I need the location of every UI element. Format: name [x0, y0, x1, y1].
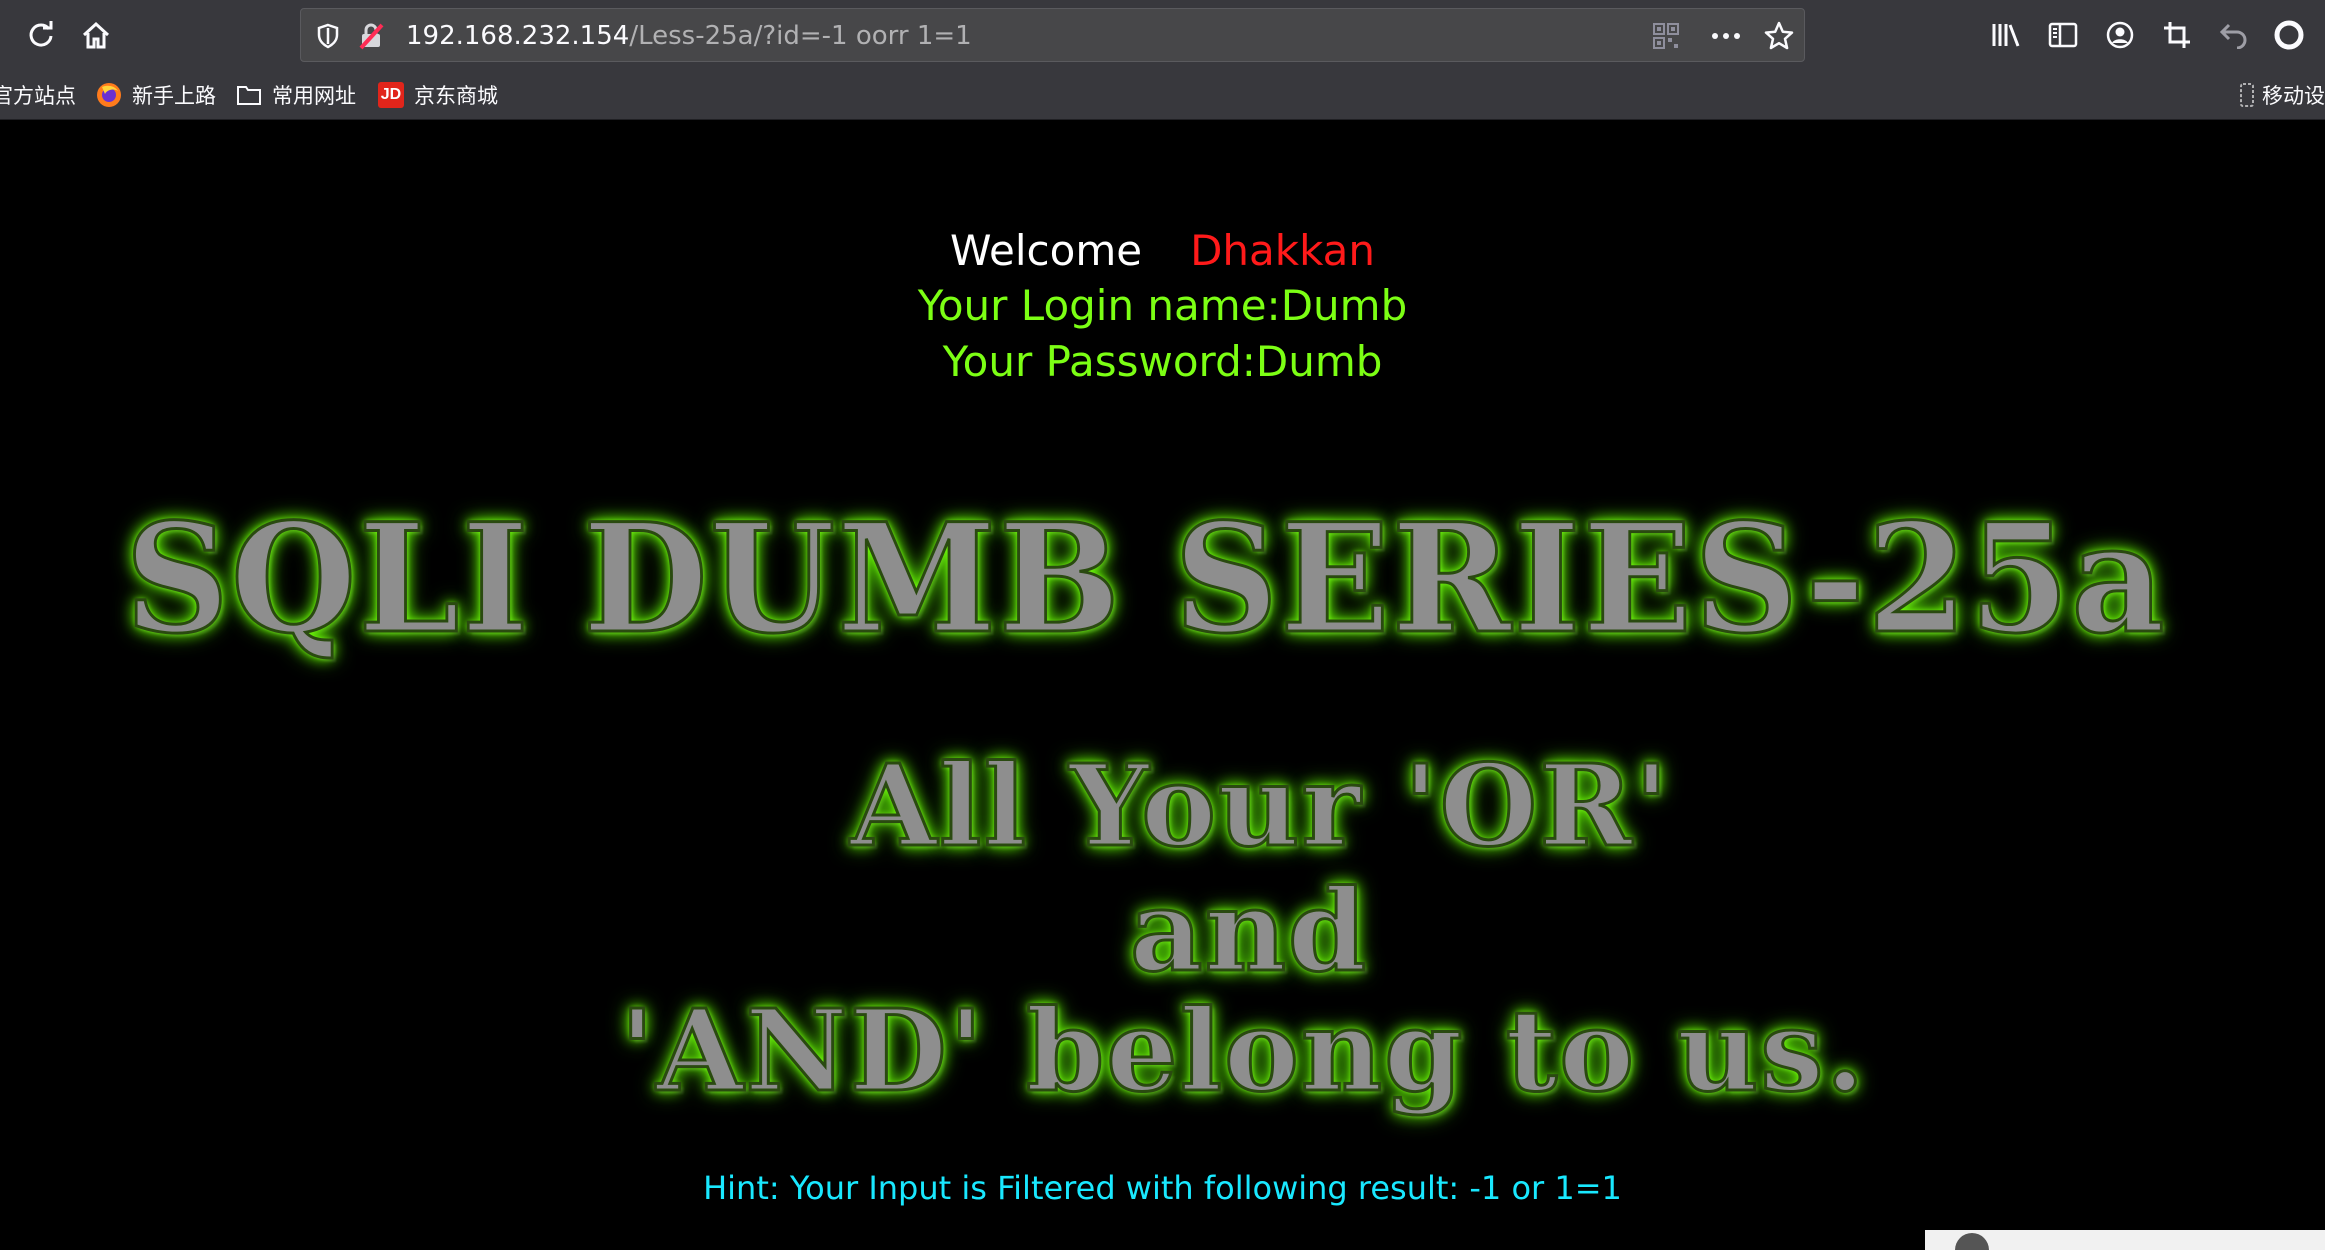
- bookmark-jd-mall[interactable]: JD 京东商城: [378, 70, 498, 120]
- folder-icon: [236, 82, 262, 108]
- extension-circle-icon[interactable]: [2268, 14, 2310, 56]
- jd-icon: JD: [378, 82, 404, 108]
- bookmark-label: 新手上路: [132, 84, 216, 108]
- bookmark-getting-started[interactable]: 新手上路: [96, 70, 216, 120]
- hint-text: Hint: Your Input is Filtered with follow…: [703, 1169, 1622, 1207]
- screenshot-crop-icon[interactable]: [2156, 14, 2198, 56]
- reload-button[interactable]: [20, 14, 62, 56]
- bookmark-label: 常用网址: [272, 84, 356, 108]
- password-line: Your Password:Dumb: [942, 337, 1383, 386]
- bookmark-common-sites[interactable]: 常用网址: [236, 70, 356, 120]
- bookmark-label: 京东商城: [414, 84, 498, 108]
- url-text[interactable]: 192.168.232.154/Less-25a/?id=-1 oorr 1=1: [406, 9, 972, 63]
- url-host: 192.168.232.154: [406, 21, 630, 51]
- mobile-device-icon: [2238, 82, 2256, 108]
- account-icon[interactable]: [2099, 14, 2141, 56]
- sidebar-icon[interactable]: [2042, 14, 2084, 56]
- banner-title: SQLI DUMB SERIES-25a: [124, 490, 2167, 669]
- home-icon: [82, 21, 110, 49]
- page-content: Welcome Dhakkan Your Login name:Dumb Your…: [0, 121, 2325, 1250]
- welcome-name: Dhakkan: [1190, 226, 1376, 275]
- bookmarks-toolbar: 官方站点 新手上路 常用网址 JD 京东商城 移动设: [0, 70, 2325, 120]
- banner-line-1: All Your 'OR': [849, 740, 1671, 874]
- bookmark-star-icon[interactable]: [1764, 21, 1794, 51]
- more-actions-icon[interactable]: [1711, 21, 1741, 51]
- qr-code-icon[interactable]: [1651, 21, 1681, 51]
- welcome-line: Welcome Dhakkan: [0, 226, 2325, 275]
- banner-line-2: and: [1128, 865, 1369, 999]
- url-path: /Less-25a/?id=-1 oorr 1=1: [629, 21, 972, 51]
- mobile-bookmarks[interactable]: 移动设: [2238, 70, 2325, 120]
- home-button[interactable]: [75, 14, 117, 56]
- insecure-lock-icon[interactable]: [356, 21, 386, 51]
- welcome-label: Welcome: [949, 226, 1143, 275]
- mobile-bookmark-label: 移动设: [2262, 84, 2325, 108]
- firefox-icon: [96, 82, 122, 108]
- banner-line-3: 'AND' belong to us.: [618, 985, 1867, 1119]
- browser-toolbar: 192.168.232.154/Less-25a/?id=-1 oorr 1=1: [0, 0, 2325, 70]
- login-name-line: Your Login name:Dumb: [917, 281, 1408, 330]
- bookmark-official-site[interactable]: 官方站点: [0, 70, 76, 120]
- address-bar[interactable]: 192.168.232.154/Less-25a/?id=-1 oorr 1=1: [300, 8, 1805, 62]
- undo-icon[interactable]: [2213, 14, 2255, 56]
- bookmark-label: 官方站点: [0, 84, 76, 108]
- reload-icon: [29, 21, 53, 47]
- library-icon[interactable]: [1985, 14, 2027, 56]
- shield-icon[interactable]: [313, 21, 343, 51]
